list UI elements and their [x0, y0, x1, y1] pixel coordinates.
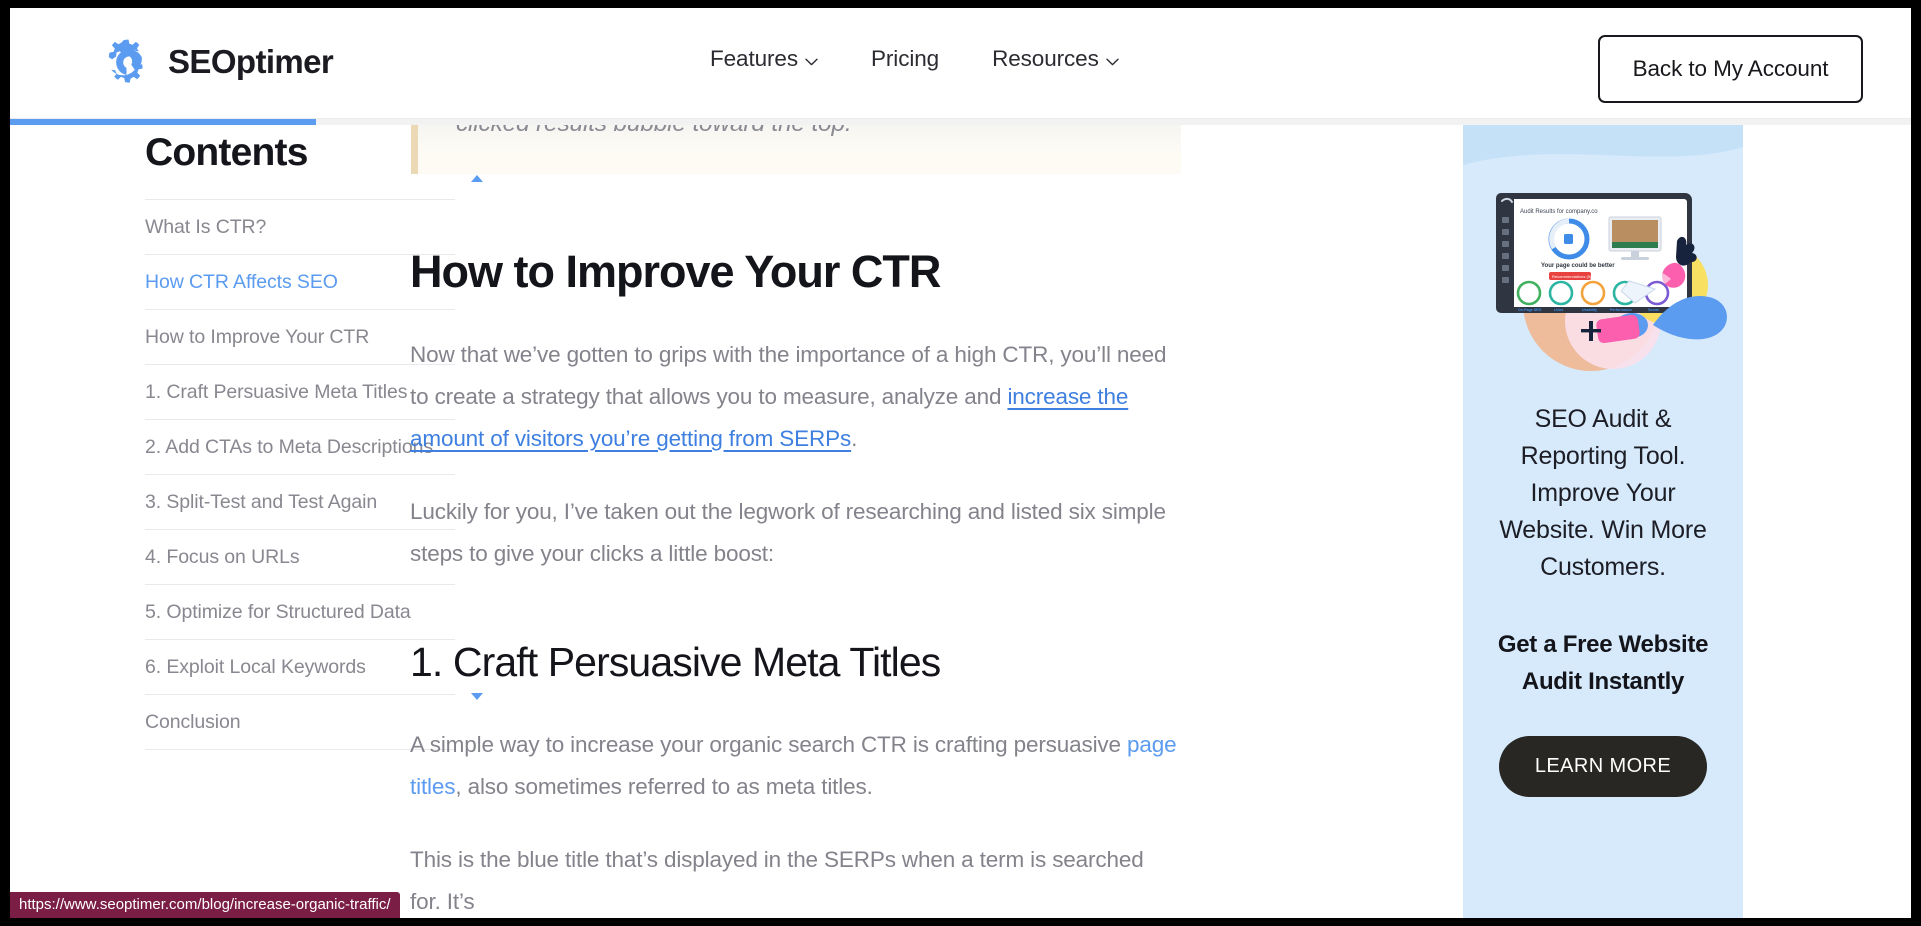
svg-text:Your page could be better: Your page could be better — [1541, 263, 1615, 269]
table-of-contents: Contents What Is CTR? How CTR Affects SE… — [135, 125, 483, 750]
browser-window: SEOptimer Features Pricing Resources Bac… — [0, 0, 1921, 926]
svg-text:Usability: Usability — [1582, 308, 1597, 312]
sidebar-item-how-ctr-affects-seo[interactable]: How CTR Affects SEO — [145, 254, 455, 309]
sidebar-item-what-is-ctr[interactable]: What Is CTR? — [145, 199, 455, 254]
toc-title: Contents — [145, 131, 308, 174]
nav-label-resources: Resources — [992, 46, 1099, 71]
svg-text:Recommendations (5): Recommendations (5) — [1552, 274, 1592, 279]
chevron-down-icon — [1106, 58, 1119, 66]
paragraph-six-steps: Luckily for you, I’ve taken out the legw… — [410, 499, 1166, 566]
sidebar-advertisement[interactable]: Audit Results for company.co Your page c… — [1463, 125, 1743, 918]
nav-label-features: Features — [710, 46, 798, 71]
gear-swap-logo-icon — [103, 36, 155, 88]
reading-progress-fill — [10, 119, 316, 125]
section-heading-how-to-improve: How to Improve Your CTR — [410, 246, 941, 297]
logo-wordmark: SEOptimer — [168, 43, 334, 80]
sidebar-item-split-test[interactable]: 3. Split-Test and Test Again — [145, 474, 455, 529]
sidebar-item-add-ctas[interactable]: 2. Add CTAs to Meta Descriptions — [145, 419, 455, 474]
paragraph-intro-text-after: . — [851, 426, 858, 451]
article-content: clicked results bubble toward the top. H… — [410, 125, 1290, 918]
paragraph-page-titles-before: A simple way to increase your organic se… — [410, 732, 1128, 757]
status-bar-url: https://www.seoptimer.com/blog/increase-… — [10, 892, 400, 918]
sidebar-item-conclusion[interactable]: Conclusion — [145, 694, 455, 750]
svg-text:Performance: Performance — [1610, 308, 1632, 312]
nav-item-pricing[interactable]: Pricing — [871, 46, 939, 72]
main-navigation: Features Pricing Resources — [710, 46, 1119, 72]
site-logo[interactable]: SEOptimer — [103, 36, 334, 88]
back-to-my-account-button[interactable]: Back to My Account — [1598, 35, 1863, 103]
svg-text:Audit Results for company.co: Audit Results for company.co — [1520, 209, 1598, 215]
ad-subheadline: Get a Free Website Audit Instantly — [1497, 631, 1709, 695]
section-heading-craft-meta-titles: 1. Craft Persuasive Meta Titles — [410, 639, 941, 685]
paragraph-page-titles: A simple way to increase your organic se… — [410, 724, 1180, 808]
sidebar-item-structured-data[interactable]: 5. Optimize for Structured Data — [145, 584, 455, 639]
paragraph-blue-title: This is the blue title that’s displayed … — [410, 847, 1144, 914]
pull-quote: clicked results bubble toward the top. — [411, 125, 1181, 174]
sidebar-item-focus-on-urls[interactable]: 4. Focus on URLs — [145, 529, 455, 584]
learn-more-button[interactable]: LEARN MORE — [1498, 736, 1708, 797]
page-body: Contents What Is CTR? How CTR Affects SE… — [10, 125, 1911, 918]
nav-item-resources[interactable]: Resources — [992, 46, 1119, 72]
paragraph-intro: Now that we’ve gotten to grips with the … — [410, 334, 1180, 460]
svg-text:Links: Links — [1554, 308, 1563, 312]
seo-audit-dashboard-illustration: Audit Results for company.co Your page c… — [1463, 125, 1743, 385]
sidebar-item-craft-meta-titles[interactable]: 1. Craft Persuasive Meta Titles — [145, 364, 455, 419]
sidebar-item-how-to-improve-ctr[interactable]: How to Improve Your CTR — [145, 309, 455, 364]
site-header: SEOptimer Features Pricing Resources Bac… — [10, 8, 1911, 119]
page-viewport: SEOptimer Features Pricing Resources Bac… — [10, 8, 1911, 918]
sidebar-item-local-keywords[interactable]: 6. Exploit Local Keywords — [145, 639, 455, 694]
chevron-down-icon — [805, 58, 818, 66]
paragraph-page-titles-after: , also sometimes referred to as meta tit… — [455, 774, 873, 799]
nav-label-pricing: Pricing — [871, 46, 940, 71]
ad-headline: SEO Audit & Reporting Tool. Improve Your… — [1499, 405, 1707, 581]
pull-quote-text: clicked results bubble toward the top. — [456, 125, 1151, 141]
svg-text:Social: Social — [1648, 308, 1659, 312]
svg-text:On-Page SEO: On-Page SEO — [1518, 308, 1542, 312]
nav-item-features[interactable]: Features — [710, 46, 818, 72]
reading-progress-bar — [10, 119, 1911, 125]
toc-list: What Is CTR? How CTR Affects SEO How to … — [145, 199, 455, 750]
